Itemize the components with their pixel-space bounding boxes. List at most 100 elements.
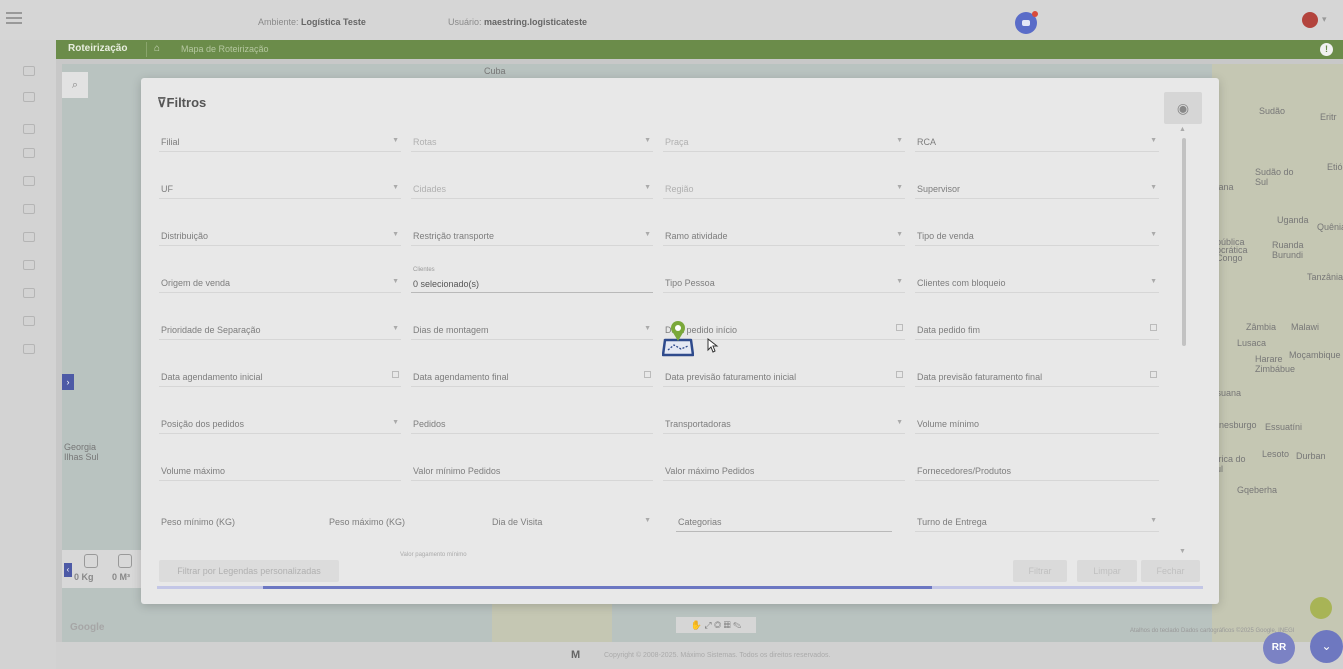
box-icon[interactable]	[23, 344, 35, 354]
filter-field[interactable]: Data pedido início	[663, 318, 905, 340]
environment-label: Ambiente:	[258, 17, 299, 27]
chevron-down-icon: ▼	[896, 231, 903, 238]
categorias-field[interactable]: Categorias	[676, 510, 892, 532]
field-label: Distribuição	[161, 231, 209, 241]
copyright-text: Copyright © 2008-2025. Máximo Sistemas. …	[604, 652, 831, 659]
filter-field[interactable]: Volume mínimo	[915, 412, 1159, 434]
info-icon[interactable]: !	[1320, 43, 1333, 56]
filter-field[interactable]: Data agendamento inicial	[159, 365, 401, 387]
calendar-icon[interactable]	[1150, 324, 1157, 331]
filter-field[interactable]: Dias de montagem ▼	[411, 318, 653, 340]
filter-field[interactable]: Data pedido fim	[915, 318, 1159, 340]
filter-field[interactable]: Fornecedores/Produtos	[915, 459, 1159, 481]
module-title[interactable]: Roteirização	[68, 43, 127, 54]
filter-field[interactable]: Clientes 0 selecionado(s)	[411, 267, 653, 293]
filter-field[interactable]: Transportadoras ▼	[663, 412, 905, 434]
filter-field[interactable]: Origem de venda ▼	[159, 271, 401, 293]
field-label: Restrição transporte	[413, 231, 495, 241]
calendar-icon[interactable]	[392, 371, 399, 378]
pin-icon[interactable]	[23, 288, 35, 298]
filter-field[interactable]: Pedidos	[411, 412, 653, 434]
filter-field[interactable]: Tipo de venda ▼	[915, 224, 1159, 246]
chevron-down-icon[interactable]: ▾	[1322, 14, 1327, 25]
filter-field[interactable]: Posição dos pedidos ▼	[159, 412, 401, 434]
document-icon[interactable]	[23, 204, 35, 214]
users-icon[interactable]	[23, 232, 35, 242]
calendar-icon[interactable]	[644, 371, 651, 378]
filter-field[interactable]: Praça ▼	[663, 130, 905, 152]
map-icon[interactable]	[23, 66, 35, 76]
turno-entrega-select[interactable]: Turno de Entrega ▼	[915, 510, 1159, 532]
filter-field[interactable]: Restrição transporte ▼	[411, 224, 653, 246]
filter-field[interactable]: Filial ▼	[159, 130, 401, 152]
scrollbar-thumb[interactable]	[1182, 138, 1186, 346]
map-label: Burundi	[1272, 250, 1304, 260]
map-attribution[interactable]: Atalhos do teclado Dados cartográficos ©…	[1130, 628, 1295, 634]
tools-icon[interactable]	[23, 260, 35, 270]
filter-field[interactable]: Data previsão faturamento inicial	[663, 365, 905, 387]
filter-field[interactable]: Prioridade de Separação ▼	[159, 318, 401, 340]
filter-field[interactable]: Volume máximo	[159, 459, 401, 481]
filter-field[interactable]: UF ▼	[159, 177, 401, 199]
map-label: Cuba	[484, 66, 506, 76]
field-label: Filial	[161, 137, 180, 147]
field-label: Peso mínimo (KG)	[161, 517, 236, 527]
field-label: Fornecedores/Produtos	[917, 466, 1012, 476]
map-label: Zâmbia	[1246, 322, 1277, 332]
environment-value: Logística Teste	[301, 17, 366, 27]
hamburger-icon[interactable]	[6, 12, 22, 26]
field-label: Tipo Pessoa	[665, 278, 715, 288]
filter-field[interactable]: Clientes com bloqueio ▼	[915, 271, 1159, 293]
calendar-icon[interactable]	[896, 324, 903, 331]
field-label: Prioridade de Separação	[161, 325, 261, 335]
clear-button[interactable]: Limpar	[1077, 560, 1137, 582]
legend-filter-button[interactable]: Filtrar por Legendas personalizadas	[159, 560, 339, 582]
filter-field[interactable]: Data agendamento final	[411, 365, 653, 387]
filter-field[interactable]: RCA ▼	[915, 130, 1159, 152]
chevron-down-icon: ▼	[1150, 184, 1157, 191]
palette-icon[interactable]: ◉	[1164, 92, 1202, 124]
filter-field[interactable]: Distribuição ▼	[159, 224, 401, 246]
filter-icon: ⊽	[157, 95, 167, 110]
list-icon[interactable]	[23, 148, 35, 158]
filter-field[interactable]: Valor mínimo Pedidos	[411, 459, 653, 481]
chevron-down-icon: ▼	[1150, 231, 1157, 238]
map-label: Tanzânia	[1307, 272, 1343, 282]
calendar-icon[interactable]	[23, 176, 35, 186]
search-icon[interactable]: ⌕	[62, 72, 88, 98]
filter-field[interactable]: Cidades ▼	[411, 177, 653, 199]
truck-icon[interactable]	[23, 124, 35, 134]
calendar-icon[interactable]	[896, 371, 903, 378]
map-tools[interactable]: ✋ ⤢ ◎ ▦ ✎	[676, 617, 756, 633]
filter-field[interactable]: Ramo atividade ▼	[663, 224, 905, 246]
layers-button[interactable]	[1310, 597, 1332, 619]
close-button[interactable]: Fechar	[1141, 560, 1200, 582]
chevron-down-icon[interactable]: ⌄	[1310, 630, 1343, 663]
home-icon[interactable]: ⌂	[154, 43, 160, 54]
filter-field[interactable]: Rotas ▼	[411, 130, 653, 152]
filter-field[interactable]: Valor máximo Pedidos	[663, 459, 905, 481]
scroll-up-icon[interactable]: ▲	[1179, 126, 1186, 133]
field-label: Data pedido fim	[917, 325, 981, 335]
filter-field[interactable]: Região ▼	[663, 177, 905, 199]
filter-field[interactable]: Supervisor ▼	[915, 177, 1159, 199]
route-icon[interactable]	[23, 92, 35, 102]
filter-field[interactable]: Tipo Pessoa ▼	[663, 271, 905, 293]
peso-maximo-field[interactable]: Peso máximo (KG)	[327, 510, 487, 532]
routing-fab[interactable]: RR	[1263, 632, 1295, 664]
breadcrumb[interactable]: Mapa de Roteirização	[181, 44, 269, 54]
gear-icon[interactable]	[23, 316, 35, 326]
map-label: Moçambique	[1289, 350, 1341, 360]
filter-field[interactable]: Data previsão faturamento final	[915, 365, 1159, 387]
dia-visita-select[interactable]: Dia de Visita ▼	[491, 510, 653, 532]
peso-minimo-field[interactable]: Peso mínimo (KG)	[159, 510, 319, 532]
expand-panel-button[interactable]: ›	[62, 374, 74, 390]
field-label: Data previsão faturamento final	[917, 372, 1043, 382]
collapse-stats-button[interactable]: ‹	[64, 563, 72, 577]
calendar-icon[interactable]	[1150, 371, 1157, 378]
notification-bell-icon[interactable]	[1302, 12, 1318, 28]
map-label: Essuatíni	[1265, 422, 1303, 432]
field-label: Volume máximo	[161, 466, 226, 476]
scroll-down-icon[interactable]: ▼	[1179, 548, 1186, 555]
filter-button[interactable]: Filtrar	[1013, 560, 1067, 582]
